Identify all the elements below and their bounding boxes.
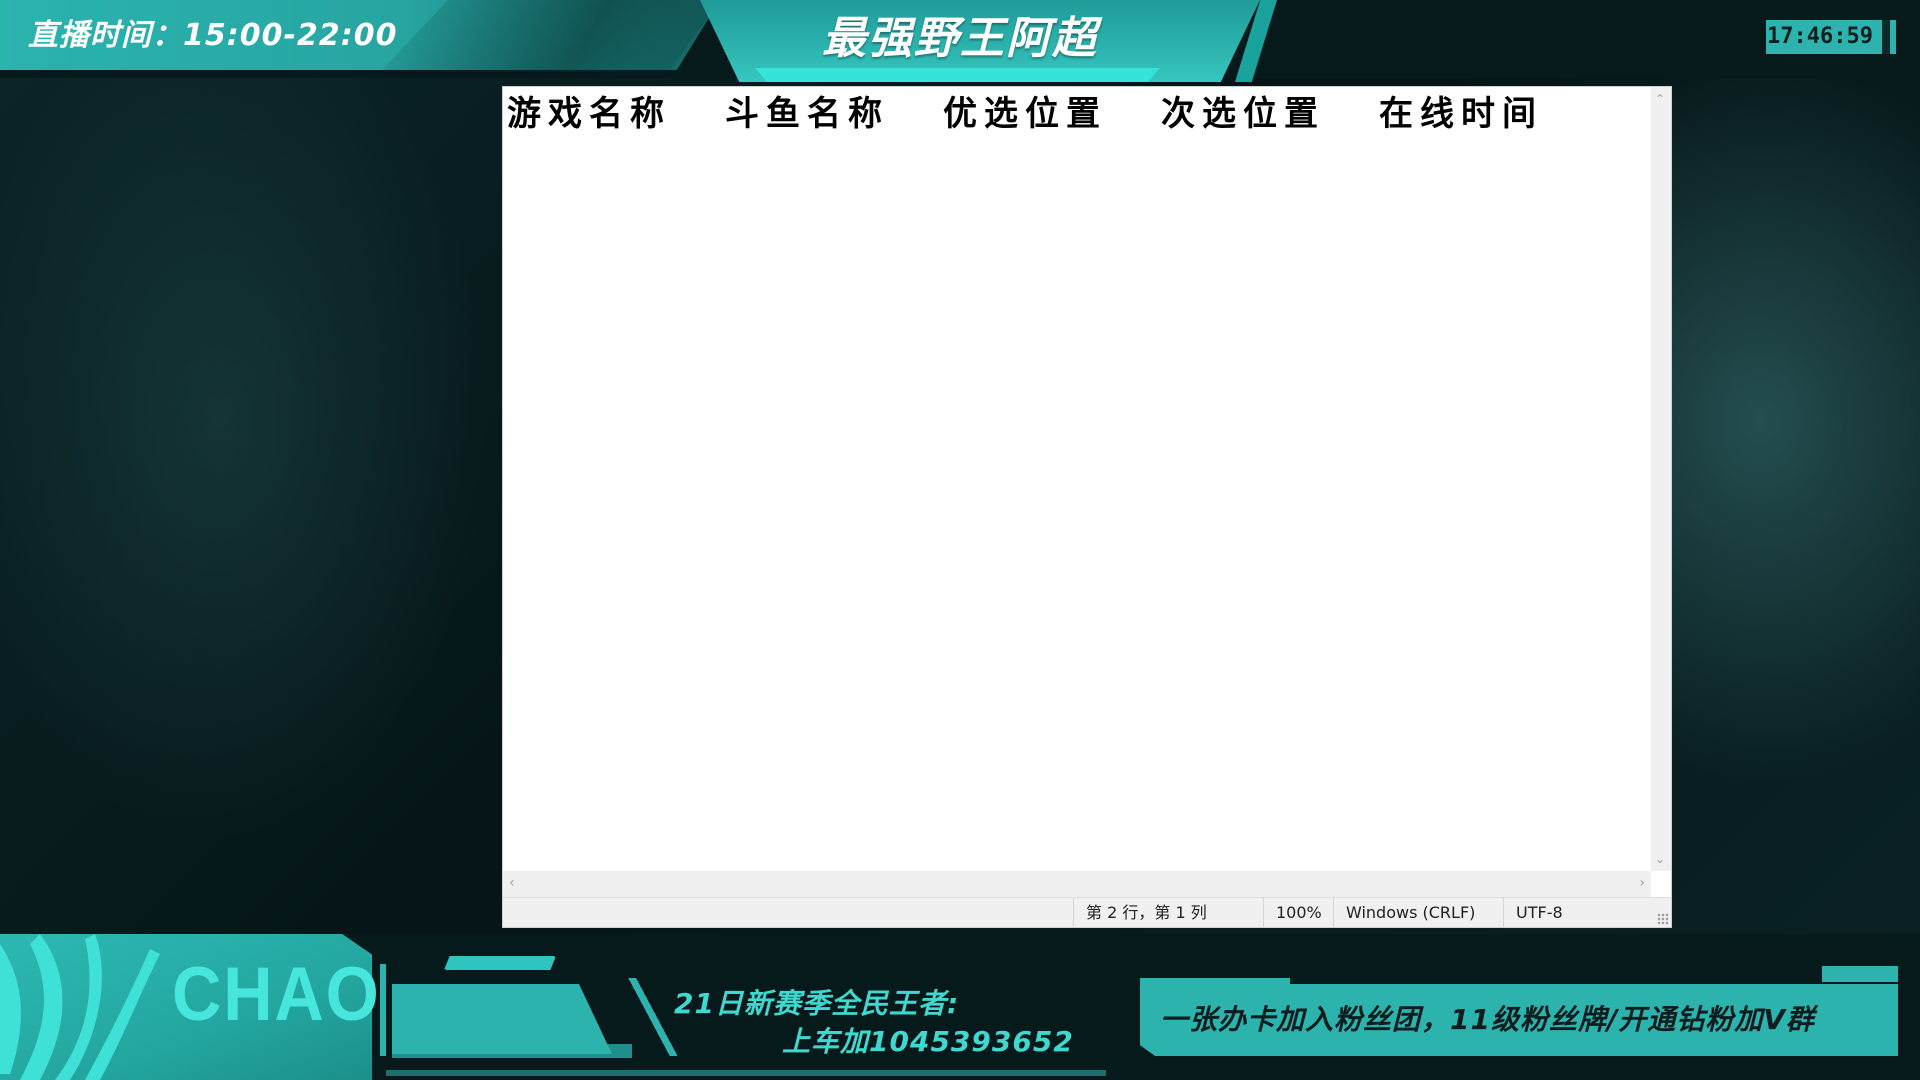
scroll-up-icon[interactable]: ⌃ bbox=[1655, 93, 1665, 105]
schedule-label: 直播时间：15:00-22:00 bbox=[28, 18, 398, 53]
leaf-logo-icon bbox=[0, 934, 160, 1080]
encoding: UTF-8 bbox=[1503, 898, 1653, 928]
header-line: 游戏名称 斗鱼名称 优选位置 次选位置 在线时间 bbox=[507, 89, 1597, 139]
fan-banner-tab-right bbox=[1822, 966, 1898, 982]
bottom-separator bbox=[380, 964, 386, 1056]
promo-line-1: 21日新赛季全民王者: bbox=[674, 987, 960, 1020]
line-ending: Windows (CRLF) bbox=[1333, 898, 1503, 928]
text-editor-area[interactable]: 游戏名称 斗鱼名称 优选位置 次选位置 在线时间 bbox=[503, 87, 1651, 871]
bottom-top-pill bbox=[444, 956, 556, 970]
scroll-right-icon[interactable]: › bbox=[1639, 876, 1645, 890]
cursor-position: 第 2 行，第 1 列 bbox=[1073, 898, 1263, 928]
title-underline bbox=[755, 68, 1160, 82]
column-preferred-position: 优选位置 bbox=[943, 94, 1107, 134]
scroll-down-icon[interactable]: ⌄ bbox=[1655, 853, 1665, 865]
clock-display: 17:46:59 bbox=[1766, 20, 1882, 54]
stream-title: 最强野王阿超 bbox=[822, 13, 1098, 64]
vertical-scrollbar[interactable]: ⌃ ⌄ bbox=[1651, 87, 1671, 871]
bottom-accent-block bbox=[392, 984, 612, 1054]
brand-text: CHAO bbox=[172, 952, 381, 1037]
fan-club-text: 一张办卡加入粉丝团，11级粉丝牌/开通钻粉加V群 bbox=[1160, 1003, 1815, 1036]
zoom-level: 100% bbox=[1263, 898, 1333, 928]
column-secondary-position: 次选位置 bbox=[1161, 94, 1325, 134]
resize-grip-icon[interactable] bbox=[1657, 913, 1669, 925]
column-game-name: 游戏名称 bbox=[507, 94, 671, 134]
notepad-window: 游戏名称 斗鱼名称 优选位置 次选位置 在线时间 ⌃ ⌄ ‹ › 第 2 行，第… bbox=[502, 86, 1672, 928]
horizontal-scrollbar[interactable]: ‹ › bbox=[503, 871, 1651, 897]
promo-line-2: 上车加1045393652 bbox=[782, 1025, 1074, 1058]
status-bar: 第 2 行，第 1 列 100% Windows (CRLF) UTF-8 bbox=[503, 897, 1671, 928]
bottom-underline bbox=[386, 1070, 1106, 1076]
scroll-left-icon[interactable]: ‹ bbox=[509, 876, 515, 890]
column-douyu-name: 斗鱼名称 bbox=[725, 94, 889, 134]
column-online-time: 在线时间 bbox=[1379, 94, 1543, 134]
